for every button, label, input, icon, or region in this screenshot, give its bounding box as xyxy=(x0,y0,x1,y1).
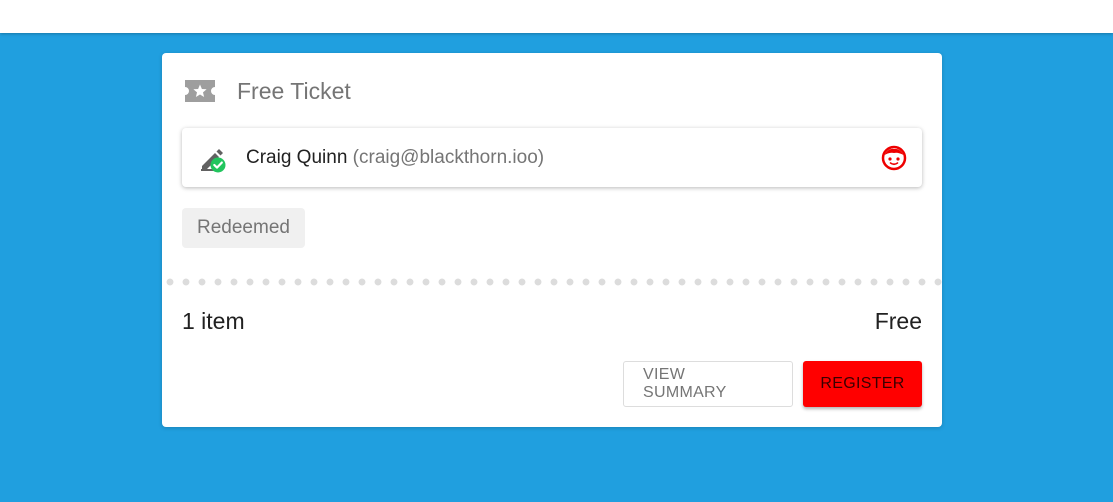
attendee-name: Craig Quinn xyxy=(246,146,348,168)
status-badge: Redeemed xyxy=(182,208,305,248)
order-summary-row: 1 item Free xyxy=(182,308,922,335)
face-avatar-icon[interactable] xyxy=(880,144,908,172)
item-count: 1 item xyxy=(182,308,245,334)
ticket-card: Free Ticket Craig Quinn (craig@blackthor… xyxy=(162,53,942,427)
ticket-star-icon xyxy=(184,75,216,107)
view-summary-button[interactable]: VIEW SUMMARY xyxy=(623,361,793,407)
top-app-bar xyxy=(0,0,1113,33)
perforation-divider xyxy=(162,278,942,286)
card-actions: VIEW SUMMARY REGISTER xyxy=(623,361,922,407)
total-price: Free xyxy=(874,308,922,334)
attendee-email: (craig@blackthorn.ioo) xyxy=(352,146,545,168)
ticket-title: Free Ticket xyxy=(237,77,351,104)
edit-check-icon[interactable] xyxy=(198,143,228,173)
register-button[interactable]: REGISTER xyxy=(803,361,922,407)
attendee-info: Craig Quinn (craig@blackthorn.ioo) xyxy=(246,147,880,169)
card-header: Free Ticket xyxy=(184,75,351,107)
attendee-row[interactable]: Craig Quinn (craig@blackthorn.ioo) xyxy=(182,128,922,187)
